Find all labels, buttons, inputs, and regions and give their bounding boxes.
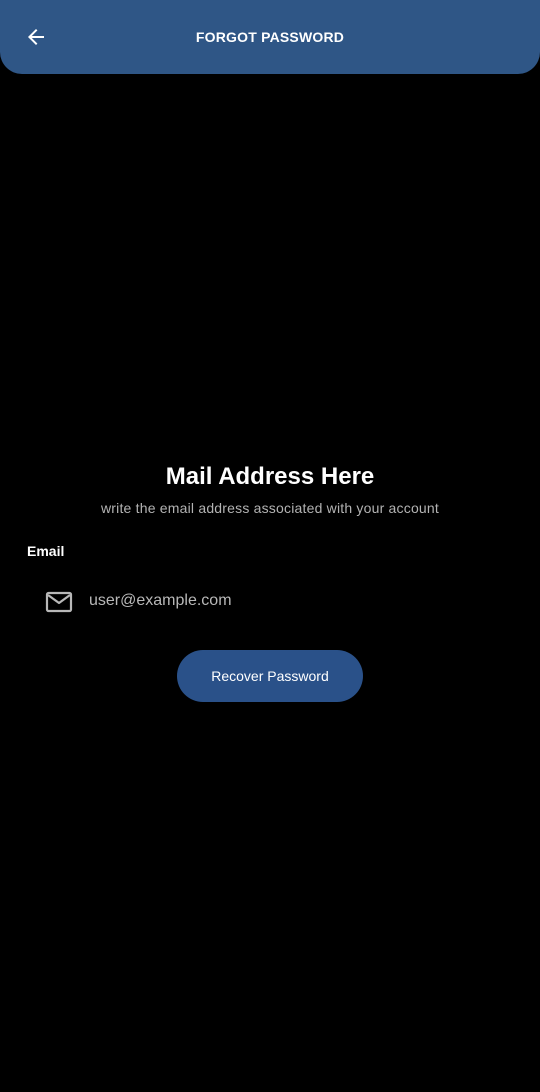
email-field[interactable] [27, 578, 513, 624]
section-subheading: write the email address associated with … [100, 500, 439, 516]
app-bar: FORGOT PASSWORD [0, 0, 540, 74]
page-title: FORGOT PASSWORD [195, 29, 345, 45]
email-input[interactable] [89, 578, 489, 624]
recover-password-button[interactable]: Recover Password [177, 650, 363, 702]
email-label: Email [27, 543, 65, 559]
section-heading: Mail Address Here [165, 463, 375, 490]
forgot-password-screen: FORGOT PASSWORD Mail Address Here write … [0, 0, 540, 1092]
mail-icon [45, 591, 73, 613]
